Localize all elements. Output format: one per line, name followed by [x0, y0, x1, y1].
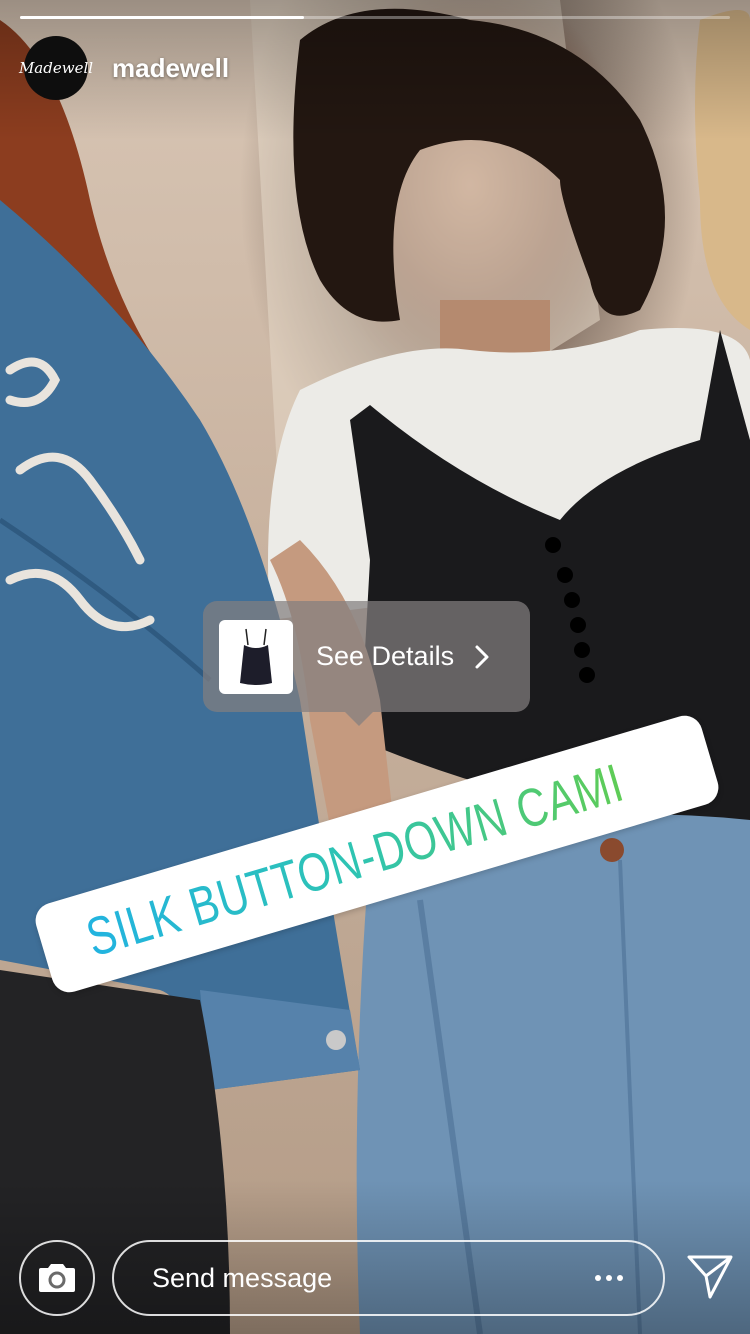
- send-message-placeholder: Send message: [152, 1262, 333, 1293]
- chevron-right-icon: [475, 645, 489, 668]
- see-details-label[interactable]: See Details: [316, 641, 454, 672]
- direct-send-icon[interactable]: [686, 1254, 734, 1300]
- camera-button[interactable]: [19, 1240, 95, 1316]
- camera-icon: [39, 1264, 75, 1292]
- avatar[interactable]: Madewell: [19, 36, 93, 100]
- story-viewer[interactable]: Madewell madewell See Details SILK BUTTO…: [0, 0, 750, 1334]
- cami-product-icon: [240, 628, 272, 685]
- see-details-popup[interactable]: See Details: [203, 601, 530, 726]
- story-progress-bar: [20, 16, 730, 19]
- story-progress-fill: [20, 16, 304, 19]
- shopping-bag-icon: [70, 917, 80, 970]
- more-icon[interactable]: [595, 1275, 623, 1281]
- story-header[interactable]: Madewell madewell: [19, 36, 229, 100]
- send-message-input[interactable]: Send message: [112, 1240, 665, 1316]
- username[interactable]: madewell: [112, 53, 229, 84]
- product-thumbnail: [219, 619, 293, 694]
